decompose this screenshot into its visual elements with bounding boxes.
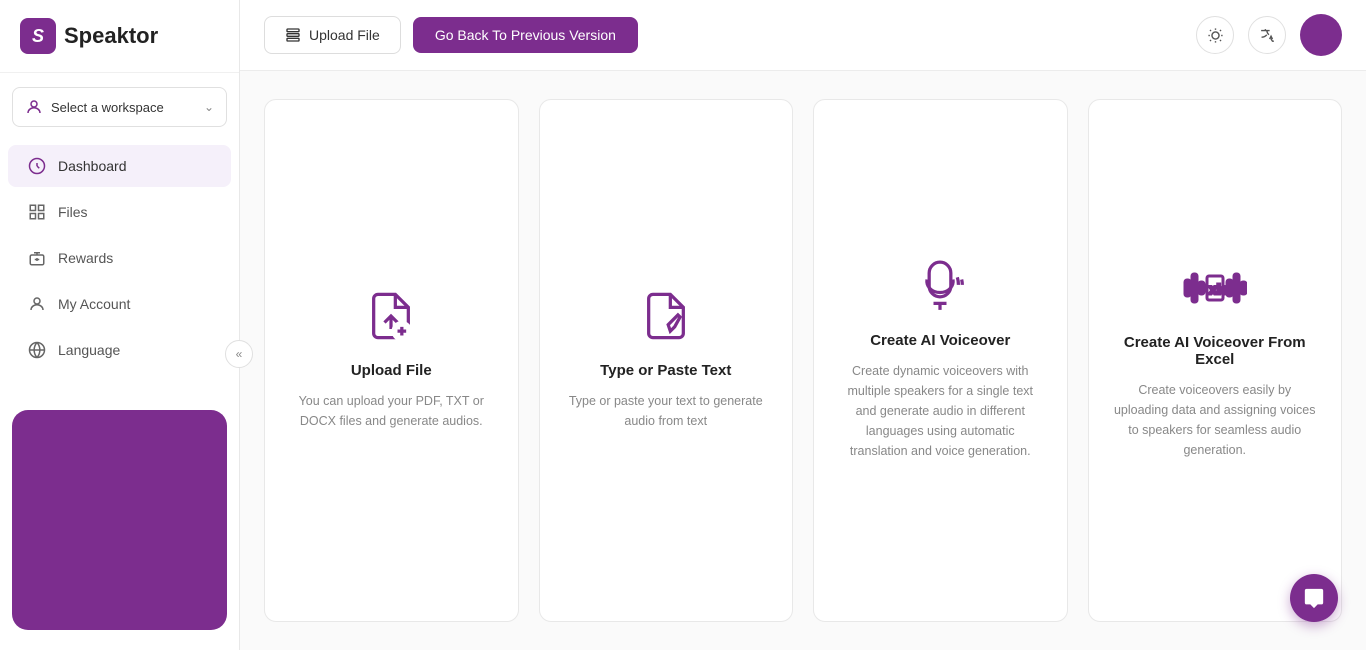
card-create-ai-voiceover-excel[interactable]: xls Create AI Voiceover From Excel Creat… [1088,99,1343,622]
theme-toggle-button[interactable] [1196,16,1234,54]
card-upload-file[interactable]: Upload File You can upload your PDF, TXT… [264,99,519,622]
card-upload-file-desc: You can upload your PDF, TXT or DOCX fil… [289,391,494,431]
sidebar-nav: Dashboard Files Rewards [0,137,239,394]
language-label: Language [58,342,120,358]
card-upload-file-title: Upload File [351,362,432,379]
card-create-ai-voiceover-excel-title: Create AI Voiceover From Excel [1113,334,1318,368]
card-type-paste-title: Type or Paste Text [600,362,731,379]
card-create-ai-voiceover-excel-desc: Create voiceovers easily by uploading da… [1113,380,1318,460]
go-back-button[interactable]: Go Back To Previous Version [413,17,638,53]
sidebar-item-files[interactable]: Files [8,191,231,233]
sidebar: S Speaktor Select a workspace ⌄ Dashboar… [0,0,240,650]
main-content: Upload File Go Back To Previous Version [240,0,1366,650]
sidebar-item-dashboard[interactable]: Dashboard [8,145,231,187]
card-create-ai-voiceover[interactable]: Create AI Voiceover Create dynamic voice… [813,99,1068,622]
app-name: Speaktor [64,23,158,49]
logo-area: S Speaktor [0,0,239,73]
dashboard-label: Dashboard [58,158,127,174]
rewards-label: Rewards [58,250,113,266]
my-account-label: My Account [58,296,130,312]
card-type-paste-text[interactable]: Type or Paste Text Type or paste your te… [539,99,794,622]
logo-icon: S [20,18,56,54]
files-label: Files [58,204,88,220]
translate-icon [1259,27,1276,44]
workspace-icon [25,98,43,116]
cards-area: Upload File You can upload your PDF, TXT… [240,71,1366,650]
sidebar-item-language[interactable]: Language [8,329,231,371]
create-ai-voiceover-icon [914,260,966,312]
workspace-label: Select a workspace [51,100,164,115]
topbar-right [1196,14,1342,56]
chat-icon [1303,587,1325,609]
create-ai-voiceover-excel-icon: xls [1183,262,1247,314]
sidebar-item-my-account[interactable]: My Account [8,283,231,325]
chevron-down-icon: ⌄ [204,100,214,114]
dashboard-icon [28,157,46,175]
language-icon [28,341,46,359]
sun-icon [1207,27,1224,44]
upload-icon [285,27,301,43]
files-icon [28,203,46,221]
sidebar-item-rewards[interactable]: Rewards [8,237,231,279]
upload-file-button[interactable]: Upload File [264,16,401,54]
sidebar-collapse-button[interactable]: « [225,340,253,368]
topbar: Upload File Go Back To Previous Version [240,0,1366,71]
upload-file-icon [365,290,417,342]
avatar[interactable] [1300,14,1342,56]
sidebar-promo-block [12,410,227,630]
card-create-ai-voiceover-title: Create AI Voiceover [870,332,1010,349]
chat-bubble-button[interactable] [1290,574,1338,622]
language-toggle-button[interactable] [1248,16,1286,54]
card-type-paste-desc: Type or paste your text to generate audi… [564,391,769,431]
workspace-selector[interactable]: Select a workspace ⌄ [12,87,227,127]
upload-btn-label: Upload File [309,27,380,43]
account-icon [28,295,46,313]
type-paste-text-icon [640,290,692,342]
rewards-icon [28,249,46,267]
card-create-ai-voiceover-desc: Create dynamic voiceovers with multiple … [838,361,1043,461]
topbar-left: Upload File Go Back To Previous Version [264,16,638,54]
